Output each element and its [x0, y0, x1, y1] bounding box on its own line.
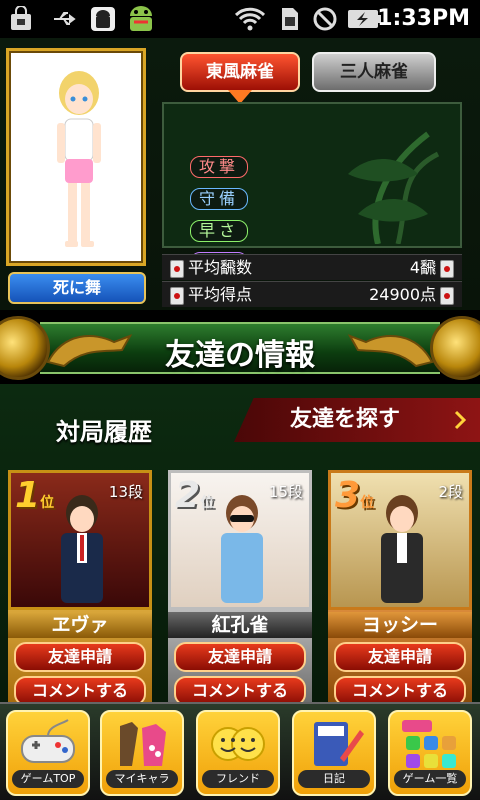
- match-history-title: 対局履歴: [56, 418, 152, 446]
- nav-friends[interactable]: フレンド: [196, 710, 280, 796]
- bamboo-decoration-icon: [348, 131, 440, 244]
- status-time: 1:33PM: [377, 6, 470, 31]
- sim-icon: [282, 8, 298, 30]
- history-card-2[interactable]: 2位 15段 紅孔雀 友達申請 コメントする: [168, 470, 312, 706]
- nav-my-character[interactable]: マイキャラ: [100, 710, 184, 796]
- player-portrait[interactable]: 2位 15段: [168, 470, 312, 610]
- mahjong-tile-icon: [440, 259, 454, 278]
- avg-score-row: 平均得点 24900点: [162, 281, 462, 307]
- stat-speed: 早さ: [190, 220, 248, 242]
- male-avatar-icon: [381, 495, 423, 603]
- wifi-icon: [234, 7, 266, 31]
- tab-tonpuu-mahjong[interactable]: 東風麻雀: [180, 52, 300, 92]
- player-name: ヨッシー: [328, 612, 472, 638]
- bag-notification-icon: [11, 6, 31, 30]
- rank-number: 2: [175, 475, 201, 516]
- dan-rank: 2段: [438, 483, 463, 501]
- dan-rank: 13段: [108, 483, 143, 501]
- player-portrait[interactable]: 1位 13段: [8, 470, 152, 610]
- rank-suffix: 位: [40, 495, 55, 511]
- bottom-navigation: ゲームTOP マイキャラ フレンド 日記 ゲーム一覧: [0, 702, 480, 800]
- stat-attack: 攻撃: [190, 156, 248, 178]
- player-name-plate[interactable]: 死に舞: [8, 272, 146, 304]
- smiley-friends-icon: [211, 727, 265, 761]
- avg-han-row: 平均飜数 4飜: [162, 254, 462, 280]
- nav-game-list[interactable]: ゲーム一覧: [388, 710, 472, 796]
- mahjong-tile-icon: [440, 286, 454, 305]
- android-mascot-icon: [130, 6, 152, 31]
- rank-number: 1: [15, 475, 41, 516]
- avg-han-value: 4飜: [409, 258, 436, 277]
- diary-icon: [314, 722, 364, 766]
- avatar-character-icon: [57, 71, 101, 247]
- friend-request-button[interactable]: 友達申請: [334, 642, 466, 672]
- mahjong-tile-icon: [170, 259, 184, 278]
- nav-game-top[interactable]: ゲームTOP: [6, 710, 90, 796]
- usb-icon: [54, 12, 76, 25]
- avg-han-label: 平均飜数: [188, 258, 253, 277]
- friend-request-button[interactable]: 友達申請: [174, 642, 306, 672]
- stats-panel: 攻撃 守備 早さ 運: [162, 102, 462, 274]
- banner-title: 友達の情報: [165, 338, 315, 373]
- gamepad-icon: [21, 719, 75, 763]
- nav-label: 日記: [298, 770, 370, 788]
- game-list-icon: [402, 720, 456, 768]
- rank-suffix: 位: [360, 495, 375, 511]
- profile-section: 死に舞 東風麻雀 三人麻雀 攻撃 守備 早さ 運 平均飜数 4飜 平均得点 24…: [0, 38, 480, 310]
- mahjong-tile-icon: [170, 286, 184, 305]
- history-card-3[interactable]: 3位 2段 ヨッシー 友達申請 コメントする: [328, 470, 472, 706]
- player-name: 紅孔雀: [168, 612, 312, 638]
- male-avatar-icon: [221, 495, 263, 603]
- no-signal-icon: [313, 7, 337, 31]
- male-avatar-icon: [61, 495, 103, 603]
- stat-defense: 守備: [190, 188, 248, 210]
- friend-info-banner: 友達の情報: [0, 312, 480, 384]
- rank-number: 3: [335, 475, 361, 516]
- nav-label: フレンド: [202, 770, 274, 788]
- wardrobe-icon: [120, 722, 166, 766]
- avatar[interactable]: [6, 48, 146, 266]
- find-friends-button[interactable]: 友達を探す: [234, 398, 480, 442]
- player-name: ヱヴァ: [8, 612, 152, 638]
- android-debug-icon: [91, 7, 115, 31]
- friend-request-button[interactable]: 友達申請: [14, 642, 146, 672]
- chevron-right-icon: [454, 410, 466, 430]
- nav-label: ゲーム一覧: [394, 770, 466, 788]
- nav-diary[interactable]: 日記: [292, 710, 376, 796]
- nav-label: ゲームTOP: [12, 770, 84, 788]
- player-portrait[interactable]: 3位 2段: [328, 470, 472, 610]
- rank-suffix: 位: [200, 495, 215, 511]
- tab-sanma-mahjong[interactable]: 三人麻雀: [312, 52, 436, 92]
- avg-score-value: 24900点: [369, 285, 436, 304]
- avg-score-label: 平均得点: [188, 285, 253, 304]
- match-history-section: 対局履歴 友達を探す 1位 13段 ヱヴァ 友達申請 コメントする 2位 15段…: [0, 384, 480, 706]
- find-friends-label: 友達を探す: [290, 407, 401, 432]
- status-bar: 1:33PM: [0, 0, 480, 38]
- nav-label: マイキャラ: [106, 770, 178, 788]
- dan-rank: 15段: [268, 483, 303, 501]
- history-card-1[interactable]: 1位 13段 ヱヴァ 友達申請 コメントする: [8, 470, 152, 706]
